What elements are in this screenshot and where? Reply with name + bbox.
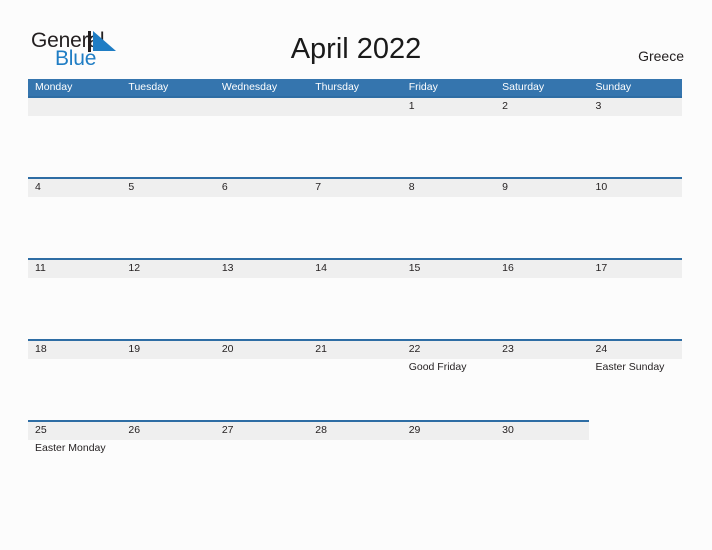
day-cell[interactable]: 18 — [28, 339, 121, 420]
day-cell-empty — [121, 96, 214, 177]
day-number: 17 — [595, 262, 608, 274]
day-number: 18 — [35, 343, 47, 355]
page-header: General Blue April 2022 Greece — [0, 0, 712, 79]
holiday-label: Easter Monday — [35, 442, 106, 454]
day-cell[interactable]: 16 — [495, 258, 588, 339]
day-cell-empty — [215, 96, 308, 177]
calendar-week-row: 11 12 13 14 15 16 17 — [28, 258, 682, 339]
weekday-header-row: Monday Tuesday Wednesday Thursday Friday… — [28, 79, 682, 96]
day-number: 16 — [502, 262, 514, 274]
day-cell-empty — [28, 96, 121, 177]
day-number: 23 — [502, 343, 514, 355]
day-number: 6 — [221, 181, 228, 193]
day-number: 22 — [408, 343, 421, 355]
week-day-cells: 18 19 20 21 22 Good Friday 23 24 Easter Sunday — [28, 339, 682, 420]
holiday-label: Good Friday — [408, 361, 467, 373]
page-title: April 2022 — [290, 33, 422, 65]
day-number: 14 — [315, 262, 327, 274]
calendar-week-row: 18 19 20 21 22 Good Friday 23 24 Easter Sunday — [28, 339, 682, 420]
day-cell[interactable]: 9 — [495, 177, 588, 258]
week-day-cells: 11 12 13 14 15 16 17 — [28, 258, 682, 339]
day-cell[interactable]: 11 — [28, 258, 121, 339]
calendar-week-row: 1 2 3 — [28, 96, 682, 177]
day-cell[interactable]: 6 — [215, 177, 308, 258]
day-number: 5 — [128, 181, 135, 193]
day-cell[interactable]: 27 — [215, 420, 308, 501]
day-number: 9 — [502, 181, 508, 193]
day-number: 26 — [128, 424, 141, 436]
weekday-header-tuesday: Tuesday — [128, 81, 169, 93]
week-day-cells: 25 Easter Monday 26 27 28 29 30 — [28, 420, 682, 501]
day-number: 25 — [35, 424, 47, 436]
day-cell[interactable]: 1 — [402, 96, 495, 177]
day-cell[interactable]: 15 — [402, 258, 495, 339]
day-number: 19 — [128, 343, 141, 355]
day-cell[interactable]: 20 — [215, 339, 308, 420]
day-cell[interactable]: 30 — [495, 420, 588, 501]
day-cell[interactable]: 3 — [589, 96, 682, 177]
day-number: 13 — [221, 262, 234, 274]
day-number: 20 — [221, 343, 234, 355]
day-cell[interactable]: 19 — [121, 339, 214, 420]
day-number: 29 — [408, 424, 421, 436]
day-cell[interactable]: 13 — [215, 258, 308, 339]
day-cell-empty — [308, 96, 401, 177]
day-number: 4 — [35, 181, 41, 193]
day-cell[interactable]: 26 — [121, 420, 214, 501]
week-day-cells: 1 2 3 — [28, 96, 682, 177]
day-cell[interactable]: 28 — [308, 420, 401, 501]
weekday-header-friday: Friday — [408, 81, 438, 93]
day-cell[interactable]: 8 — [402, 177, 495, 258]
day-cell-empty — [589, 420, 682, 501]
day-number: 30 — [502, 424, 514, 436]
day-number: 27 — [221, 424, 234, 436]
day-number: 2 — [502, 100, 508, 112]
day-number: 3 — [595, 100, 602, 112]
day-cell[interactable]: 5 — [121, 177, 214, 258]
weekday-header-monday: Monday — [35, 81, 73, 93]
country-label: Greece — [638, 48, 684, 64]
weekday-header-thursday: Thursday — [315, 81, 360, 93]
day-cell[interactable]: 14 — [308, 258, 401, 339]
day-number: 7 — [315, 181, 322, 193]
day-cell[interactable]: 10 — [589, 177, 682, 258]
day-number: 15 — [408, 262, 421, 274]
day-number: 1 — [408, 100, 415, 112]
calendar-week-row: 25 Easter Monday 26 27 28 29 30 — [28, 420, 682, 501]
calendar-week-row: 4 5 6 7 8 9 10 — [28, 177, 682, 258]
day-number: 24 — [595, 343, 608, 355]
weekday-header-wednesday: Wednesday — [221, 81, 278, 93]
weekday-header-saturday: Saturday — [502, 81, 545, 93]
day-cell[interactable]: 21 — [308, 339, 401, 420]
day-number: 21 — [315, 343, 327, 355]
day-number: 10 — [595, 181, 608, 193]
day-cell[interactable]: 24 Easter Sunday — [589, 339, 682, 420]
calendar-weeks: 1 2 3 4 5 6 7 8 9 10 11 12 13 14 15 16 17 18 19 20 21 22 Good … — [28, 96, 682, 501]
week-day-cells: 4 5 6 7 8 9 10 — [28, 177, 682, 258]
day-cell[interactable]: 29 — [402, 420, 495, 501]
day-cell[interactable]: 12 — [121, 258, 214, 339]
day-cell[interactable]: 2 — [495, 96, 588, 177]
day-cell[interactable]: 4 — [28, 177, 121, 258]
day-cell[interactable]: 25 Easter Monday — [28, 420, 121, 501]
day-number: 12 — [128, 262, 141, 274]
day-number: 11 — [35, 262, 46, 274]
day-cell[interactable]: 22 Good Friday — [402, 339, 495, 420]
holiday-label: Easter Sunday — [595, 361, 665, 373]
day-number: 28 — [315, 424, 327, 436]
day-cell[interactable]: 23 — [495, 339, 588, 420]
day-cell[interactable]: 7 — [308, 177, 401, 258]
day-cell[interactable]: 17 — [589, 258, 682, 339]
weekday-header-sunday: Sunday — [595, 81, 632, 93]
day-number: 8 — [408, 181, 415, 193]
calendar-grid: Monday Tuesday Wednesday Thursday Friday… — [28, 79, 682, 501]
